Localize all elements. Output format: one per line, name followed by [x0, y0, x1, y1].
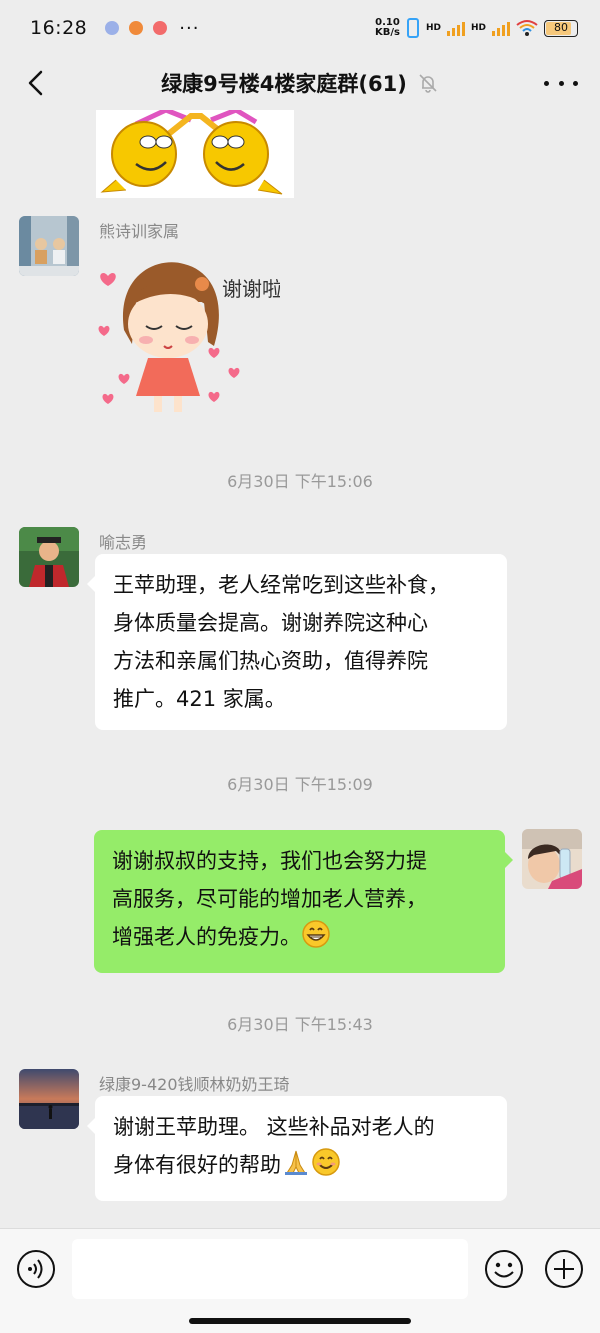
- vibrate-icon: [406, 18, 419, 38]
- hd-label: HD: [470, 23, 486, 33]
- message-line: 推广。421 家属。: [113, 687, 286, 711]
- app-notification-icon: [153, 21, 168, 35]
- signal-icon: [446, 20, 465, 36]
- avatar[interactable]: [19, 527, 79, 587]
- battery-level: 80: [554, 20, 568, 34]
- home-indicator[interactable]: [189, 1318, 411, 1324]
- sender-name: 绿康9-420钱顺林奶奶王琦: [99, 1075, 290, 1094]
- smile-emoji-icon: [311, 1147, 341, 1189]
- sender-name: 喻志勇: [99, 533, 148, 552]
- status-bar: 16:28 ··· 0.10 KB/s HD HD 80: [0, 0, 600, 56]
- message-line: 谢谢叔叔的支持，我们也会努力提: [112, 849, 427, 873]
- hd-label: HD: [425, 23, 441, 33]
- message-line: 王苹助理，老人经常吃到这些补食，: [113, 573, 449, 597]
- app-notification-icon: [129, 21, 144, 35]
- grin-emoji-icon: [301, 919, 331, 961]
- chat-title: 绿康9号楼4楼家庭群(61): [161, 72, 407, 96]
- chat-area[interactable]: 熊诗训家属 谢谢啦! 6月30日 下午15:06: [0, 110, 600, 1228]
- battery-icon: 80: [544, 19, 578, 37]
- timestamp: 6月30日 下午15:09: [227, 775, 373, 794]
- folded-hands-emoji-icon: [281, 1147, 311, 1189]
- network-speed: 0.10 KB/s: [375, 18, 400, 38]
- message-line: 增强老人的免疫力。: [112, 925, 301, 949]
- mute-bell-icon: [419, 74, 437, 93]
- message-line: 身体质量会提高。谢谢养院这种心: [113, 611, 428, 635]
- message-line: 身体有很好的帮助: [113, 1153, 281, 1177]
- voice-input-button[interactable]: [16, 1249, 56, 1289]
- message-line: 方法和亲属们热心资助，值得养院: [113, 649, 428, 673]
- notification-icons: [105, 21, 168, 35]
- message-bubble[interactable]: 王苹助理，老人经常吃到这些补食， 身体质量会提高。谢谢养院这种心 方法和亲属们热…: [87, 554, 507, 730]
- emoji-button[interactable]: [484, 1249, 524, 1289]
- sticker-text: 谢谢啦!: [222, 277, 280, 301]
- message-line: 高服务，尽可能的增加老人营养，: [112, 887, 427, 911]
- message-bubble-self[interactable]: 谢谢叔叔的支持，我们也会努力提 高服务，尽可能的增加老人营养， 增强老人的免疫力…: [94, 830, 513, 973]
- message-line-with-emoji: 身体有很好的帮助: [113, 1146, 489, 1189]
- message-line: 谢谢王苹助理。 这些补品对老人的: [113, 1115, 435, 1139]
- timestamp: 6月30日 下午15:06: [227, 472, 373, 491]
- message-line-with-emoji: 增强老人的免疫力。: [112, 918, 487, 961]
- sender-name: 熊诗训家属: [99, 222, 180, 241]
- avatar[interactable]: [19, 216, 79, 276]
- title-bar: 绿康9号楼4楼家庭群(61): [0, 56, 600, 110]
- more-functions-button[interactable]: [544, 1249, 584, 1289]
- app-notification-icon: [105, 21, 120, 35]
- back-button[interactable]: [22, 68, 52, 98]
- avatar[interactable]: [19, 1069, 79, 1129]
- sticker-high-five: [96, 110, 294, 198]
- message-input[interactable]: [72, 1239, 468, 1299]
- wifi-icon: [516, 20, 538, 36]
- more-notifications-icon: ···: [179, 17, 200, 39]
- message-bubble[interactable]: 谢谢王苹助理。 这些补品对老人的 身体有很好的帮助: [87, 1096, 507, 1201]
- status-time: 16:28: [30, 17, 88, 39]
- more-options-button[interactable]: [544, 70, 578, 96]
- timestamp: 6月30日 下午15:43: [227, 1015, 373, 1034]
- input-bar: [0, 1228, 600, 1333]
- network-speed-unit: KB/s: [374, 27, 400, 38]
- signal-icon: [492, 20, 510, 36]
- sticker-thanks-girl: 谢谢啦!: [96, 246, 290, 426]
- avatar-self[interactable]: [522, 829, 582, 889]
